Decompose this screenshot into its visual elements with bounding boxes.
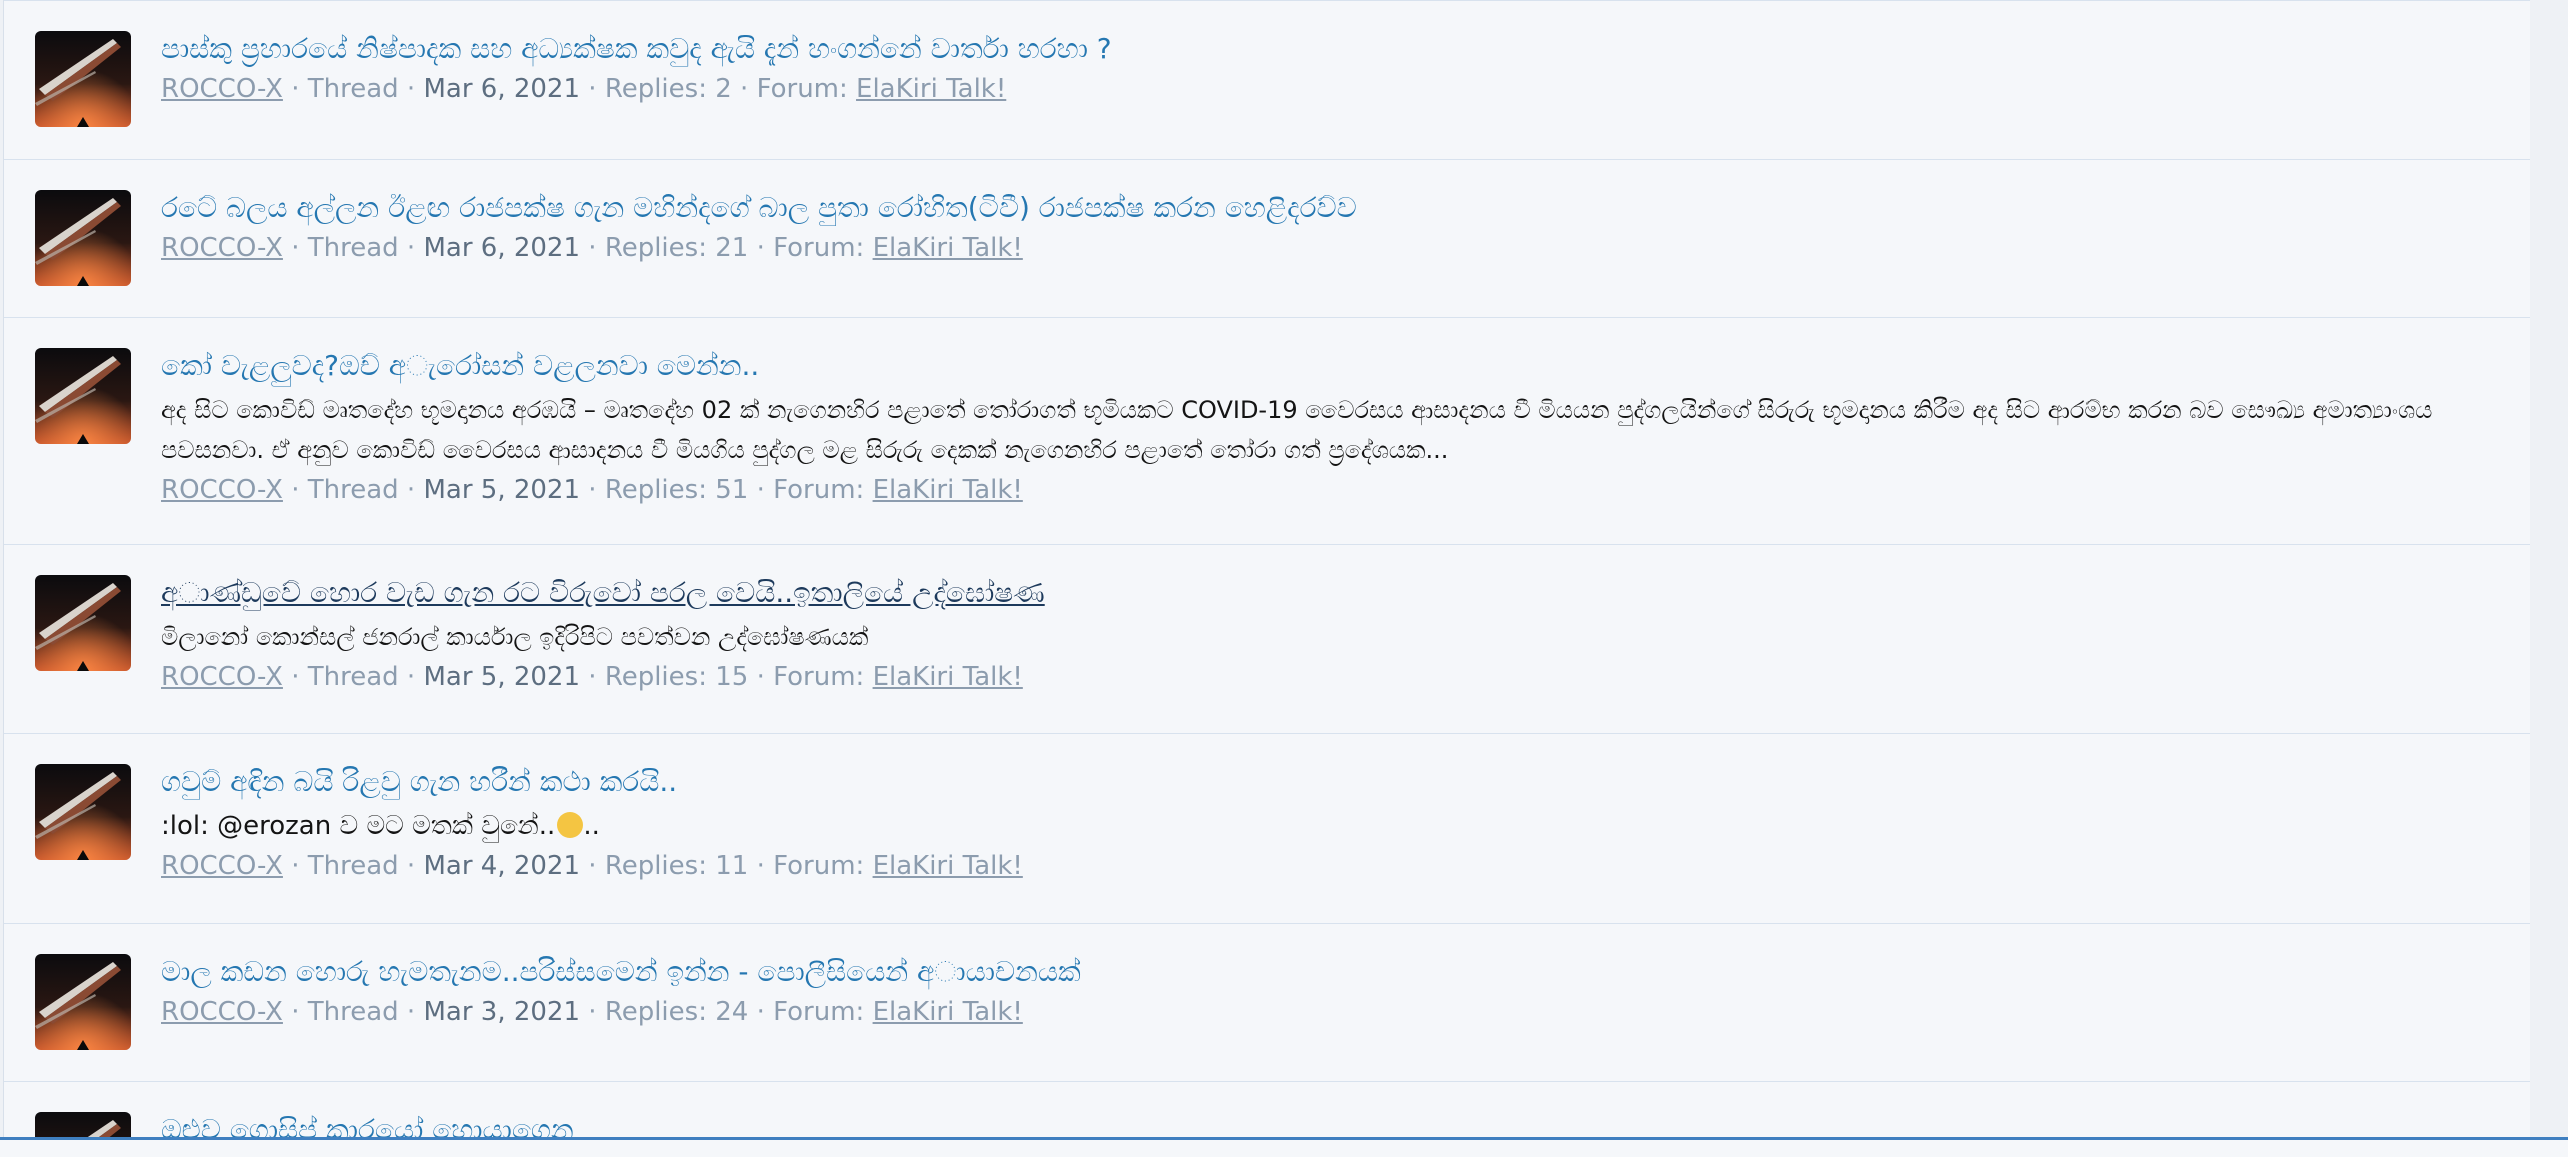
- forum-label: Forum:: [773, 662, 865, 692]
- thread-meta: ROCCO-X · Thread · Mar 3, 2021 · Replies…: [161, 992, 2490, 1032]
- thread-meta: ROCCO-X · Thread · Mar 6, 2021 · Replies…: [161, 228, 2490, 268]
- meta-separator: ·: [756, 475, 765, 505]
- meta-separator: ·: [406, 662, 416, 692]
- thread-type: Thread: [307, 475, 399, 505]
- reply-count: Replies: 24: [604, 997, 749, 1027]
- author-link[interactable]: ROCCO-X: [161, 662, 283, 692]
- forum-link[interactable]: ElaKiri Talk!: [873, 851, 1023, 881]
- thread-item: රටේ බලය අල්ලන ඊළඟ රාජපක්ෂ ගැන මහින්දගේ බ…: [4, 159, 2530, 317]
- forum-link[interactable]: ElaKiri Talk!: [873, 233, 1023, 263]
- avatar[interactable]: [35, 954, 131, 1050]
- page-margin: [2530, 0, 2568, 1154]
- author-link[interactable]: ROCCO-X: [161, 851, 283, 881]
- thread-title[interactable]: ගවුම් අඳින බයි රිළවු ගැන හරීන් කථා කරයි.…: [161, 762, 2490, 802]
- forum-label: Forum:: [773, 997, 865, 1027]
- reply-count: Replies: 51: [604, 475, 749, 505]
- thread-title[interactable]: මාල කඩන හොරු හැමතැනම..පරිස්සමෙන් ඉන්න - …: [161, 952, 2490, 992]
- meta-separator: ·: [756, 851, 765, 881]
- forum-link[interactable]: ElaKiri Talk!: [873, 997, 1023, 1027]
- reply-count: Replies: 11: [604, 851, 749, 881]
- thread-type: Thread: [307, 662, 399, 692]
- meta-separator: ·: [588, 233, 597, 263]
- thread-title[interactable]: රටේ බලය අල්ලන ඊළඟ රාජපක්ෂ ගැන මහින්දගේ බ…: [161, 188, 2490, 228]
- forum-link[interactable]: ElaKiri Talk!: [873, 475, 1023, 505]
- thread-date: Mar 6, 2021: [423, 74, 581, 104]
- meta-separator: ·: [740, 74, 749, 104]
- avatar[interactable]: [35, 31, 131, 127]
- reply-count: Replies: 21: [604, 233, 749, 263]
- meta-separator: ·: [406, 475, 416, 505]
- meta-separator: ·: [291, 74, 300, 104]
- thread-title[interactable]: කෝ වැළලුවද?ඔච් අ◌ැරෝසන් වළලනවා මෙන්න..: [161, 346, 2490, 386]
- meta-separator: ·: [406, 851, 416, 881]
- meta-separator: ·: [291, 233, 300, 263]
- forum-label: Forum:: [773, 475, 865, 505]
- thread-type: Thread: [307, 74, 399, 104]
- meta-separator: ·: [588, 662, 597, 692]
- avatar[interactable]: [35, 348, 131, 444]
- smiley-emoji-icon: [557, 812, 584, 838]
- meta-separator: ·: [291, 662, 300, 692]
- thread-type: Thread: [307, 851, 399, 881]
- forum-label: Forum:: [773, 233, 865, 263]
- forum-link[interactable]: ElaKiri Talk!: [873, 662, 1023, 692]
- thread-item: අ◌ාණ්ඩුවේ හොර වැඩ ගැන රට විරුවෝ පරල වෙයි…: [4, 544, 2530, 733]
- thread-title[interactable]: පාස්කු ප්‍රහාරයේ නිෂ්පාදක සහ අධ්‍යක්ෂක ක…: [161, 29, 2490, 69]
- author-link[interactable]: ROCCO-X: [161, 997, 283, 1027]
- thread-snippet: අද සිට කොවිඩ් මෘතදේහ භූමදානය අරඹයි – මෘත…: [161, 396, 2433, 464]
- thread-date: Mar 5, 2021: [423, 475, 581, 505]
- meta-separator: ·: [406, 74, 416, 104]
- thread-meta: ROCCO-X · Thread · Mar 5, 2021 · Replies…: [161, 470, 2490, 510]
- snippet-trailing: ..: [583, 811, 600, 841]
- thread-title[interactable]: අ◌ාණ්ඩුවේ හොර වැඩ ගැන රට විරුවෝ පරල වෙයි…: [161, 573, 2490, 613]
- thread-date: Mar 3, 2021: [423, 997, 581, 1027]
- avatar[interactable]: [35, 190, 131, 286]
- thread-snippet: :lol: @erozan ව මට මතක් වුනේ..: [161, 811, 556, 841]
- author-link[interactable]: ROCCO-X: [161, 74, 283, 104]
- reply-count: Replies: 2: [604, 74, 732, 104]
- forum-link[interactable]: ElaKiri Talk!: [856, 74, 1006, 104]
- meta-separator: ·: [291, 997, 300, 1027]
- meta-separator: ·: [756, 997, 765, 1027]
- meta-separator: ·: [588, 997, 597, 1027]
- thread-date: Mar 5, 2021: [423, 662, 581, 692]
- thread-snippet-row: :lol: @erozan ව මට මතක් වුනේ....: [161, 806, 2490, 846]
- bottom-bar: [0, 1137, 2568, 1157]
- meta-separator: ·: [756, 233, 765, 263]
- meta-separator: ·: [406, 997, 416, 1027]
- thread-snippet: මිලානෝ කොන්සල් ජනරාල් කාර්යාල ඉදිරිපිට ප…: [161, 623, 869, 651]
- thread-meta: ROCCO-X · Thread · Mar 6, 2021 · Replies…: [161, 69, 2490, 109]
- thread-date: Mar 6, 2021: [423, 233, 581, 263]
- author-link[interactable]: ROCCO-X: [161, 475, 283, 505]
- meta-separator: ·: [291, 475, 300, 505]
- thread-type: Thread: [307, 997, 399, 1027]
- thread-item: ගවුම් අඳින බයි රිළවු ගැන හරීන් කථා කරයි.…: [4, 733, 2530, 923]
- thread-meta: ROCCO-X · Thread · Mar 4, 2021 · Replies…: [161, 846, 2490, 886]
- meta-separator: ·: [588, 851, 597, 881]
- thread-date: Mar 4, 2021: [423, 851, 581, 881]
- meta-separator: ·: [588, 74, 597, 104]
- forum-label: Forum:: [773, 851, 865, 881]
- thread-item: කෝ වැළලුවද?ඔච් අ◌ැරෝසන් වළලනවා මෙන්න.. අ…: [4, 317, 2530, 544]
- reply-count: Replies: 15: [604, 662, 749, 692]
- thread-item: පාස්කු ප්‍රහාරයේ නිෂ්පාදක සහ අධ්‍යක්ෂක ක…: [4, 0, 2530, 159]
- meta-separator: ·: [756, 662, 765, 692]
- meta-separator: ·: [291, 851, 300, 881]
- meta-separator: ·: [406, 233, 416, 263]
- meta-separator: ·: [588, 475, 597, 505]
- forum-label: Forum:: [756, 74, 848, 104]
- thread-list: පාස්කු ප්‍රහාරයේ නිෂ්පාදක සහ අධ්‍යක්ෂක ක…: [3, 0, 2531, 1154]
- thread-item: මාල කඩන හොරු හැමතැනම..පරිස්සමෙන් ඉන්න - …: [4, 923, 2530, 1081]
- author-link[interactable]: ROCCO-X: [161, 233, 283, 263]
- thread-type: Thread: [307, 233, 399, 263]
- avatar[interactable]: [35, 575, 131, 671]
- avatar[interactable]: [35, 764, 131, 860]
- thread-meta: ROCCO-X · Thread · Mar 5, 2021 · Replies…: [161, 657, 2490, 697]
